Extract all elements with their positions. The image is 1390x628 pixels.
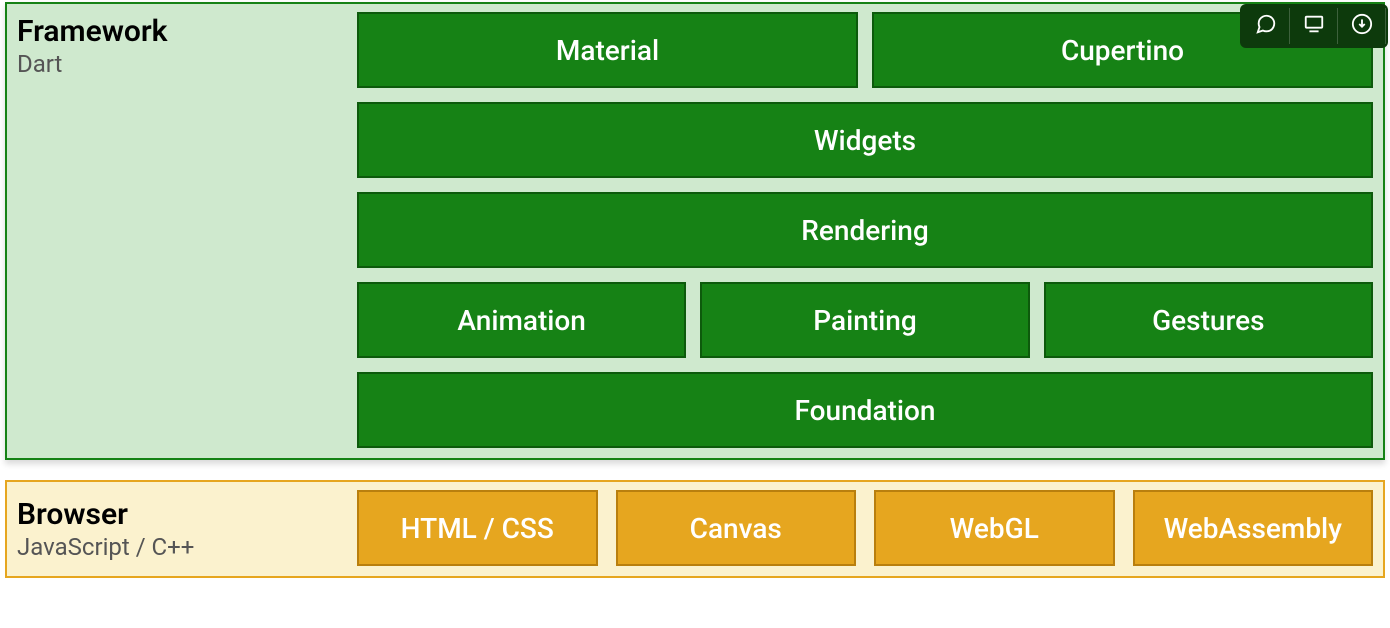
framework-section: Framework Dart Material Cupertino Widget… [5,2,1385,460]
display-icon [1303,13,1325,39]
framework-row-1: Widgets [357,102,1373,178]
framework-content: Material Cupertino Widgets Rendering Ani… [357,12,1373,448]
block-rendering: Rendering [357,192,1373,268]
block-html-css: HTML / CSS [357,490,598,566]
browser-section: Browser JavaScript / C++ HTML / CSS Canv… [5,480,1385,578]
block-canvas: Canvas [616,490,857,566]
framework-label-area: Framework Dart [17,12,357,448]
display-button[interactable] [1290,8,1338,44]
more-menu-button[interactable] [1384,10,1390,46]
download-button[interactable] [1338,8,1386,44]
framework-row-4: Foundation [357,372,1373,448]
image-toolbar [1240,4,1388,48]
block-webassembly: WebAssembly [1133,490,1374,566]
framework-row-0: Material Cupertino [357,12,1373,88]
block-widgets: Widgets [357,102,1373,178]
framework-row-2: Rendering [357,192,1373,268]
browser-label-area: Browser JavaScript / C++ [17,495,357,562]
framework-row-3: Animation Painting Gestures [357,282,1373,358]
block-animation: Animation [357,282,686,358]
block-webgl: WebGL [874,490,1115,566]
framework-title: Framework [17,14,357,50]
browser-title: Browser [17,497,357,533]
comment-icon [1255,13,1277,39]
block-gestures: Gestures [1044,282,1373,358]
block-foundation: Foundation [357,372,1373,448]
block-painting: Painting [700,282,1029,358]
framework-subtitle: Dart [17,50,357,79]
download-icon [1351,13,1373,39]
browser-subtitle: JavaScript / C++ [17,533,357,562]
browser-content: HTML / CSS Canvas WebGL WebAssembly [357,490,1373,566]
comment-button[interactable] [1242,8,1290,44]
block-material: Material [357,12,858,88]
